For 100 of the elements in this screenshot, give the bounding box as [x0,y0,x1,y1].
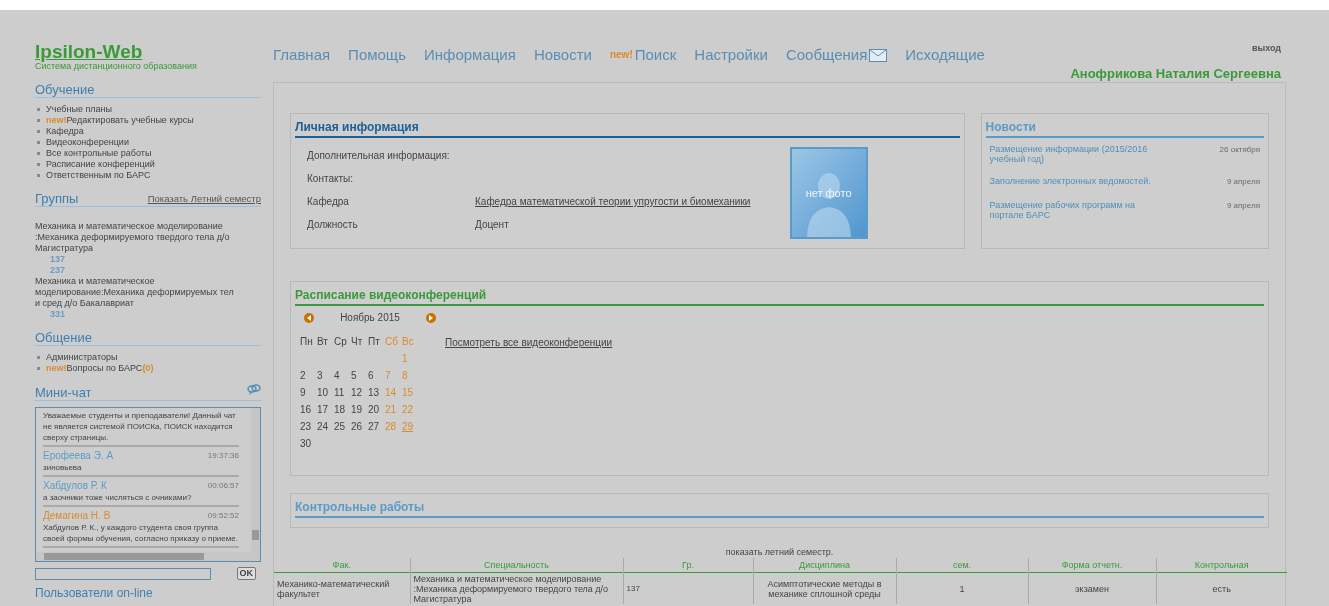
weekday-label: Пн [300,336,314,348]
news-link[interactable]: Размещение информации (2015/2016 учебный год) [989,144,1160,164]
weekday-label: Чт [351,336,364,348]
vertical-scrollbar[interactable] [251,408,260,552]
message-time: 19:37:36 [207,450,239,462]
menu-link[interactable]: Администраторы [46,352,118,363]
news-date: 9 апреля [1226,200,1260,212]
horizontal-scrollbar[interactable] [36,552,260,561]
info-label: Контакты: [307,173,354,185]
menu-link[interactable]: Ответственным по БАРС [46,170,151,181]
calendar-day: 20 [368,404,385,416]
bullet-icon [37,356,40,359]
menu-link[interactable]: Кафедра [46,126,84,137]
news-date: 9 апреля [1226,176,1260,188]
nav-link[interactable]: Информация [424,46,516,64]
chat-bubbles-icon[interactable] [247,384,261,396]
calendar-day: 21 [385,404,402,416]
message-author[interactable]: Хабдулов Р. К [43,479,107,492]
calendar-day: 7 [385,370,402,382]
calendar-day: 9 [300,387,317,399]
section-heading: Мини-чат [35,385,92,400]
summer-semester-link[interactable]: Показать Летний семестр [147,191,261,206]
bullet-icon [37,130,40,133]
menu-link[interactable]: Учебные планы [46,104,112,115]
calendar-day: 30 [300,438,317,450]
news-link[interactable]: Заполнение электронных ведомостей. [989,176,1160,186]
table-cell: 137 [623,572,753,604]
send-button[interactable]: OK [236,567,256,580]
table-cell: есть [1156,572,1287,604]
message-text: а заочники тоже числяться с очниками? [43,492,193,503]
group-name: Механика и математическое моделирование :Механика деформируемого твердого тела д/о Магистратура [35,221,231,254]
table-cell: Асимптотические методы в механике сплошной среды [753,572,896,604]
column-header: Специальность [410,558,623,573]
bullet-icon [37,367,40,370]
column-header: Контрольная [1156,558,1287,573]
weekday-label: Пт [368,336,381,348]
table-cell: экзамен [1028,572,1156,604]
menu-link[interactable]: new!Редактировать учебные курсы [46,115,194,126]
calendar-day: 23 [300,421,317,433]
nav-link[interactable]: Сообщения [785,46,888,64]
menu-link[interactable]: new!Вопросы по БАРС(0) [46,363,154,374]
new-label: new! [46,115,67,125]
message-text: Уважаемые студенты и преподаватели! Данный чат не является системой ПОИСКа, ПОИСК находится сверху страницы. [43,410,237,443]
nav-link[interactable]: new!Поиск [609,46,677,64]
all-videoconferences-link[interactable]: Посмотреть все видеоконференции [445,337,613,349]
calendar-day: 11 [334,387,351,399]
menu-link[interactable]: Расписание конференций [46,159,155,170]
section-heading: Обучение [35,82,95,97]
envelope-icon [869,48,888,62]
department-link[interactable]: Кафедра математической теории упругости и биомеханики [475,196,751,208]
calendar-day: 27 [368,421,385,433]
column-header: сем. [896,558,1028,573]
nav-link[interactable]: Главная [273,46,331,64]
message-author[interactable]: Ерофеева Э. А [43,449,114,462]
bullet-icon [37,119,40,122]
column-header: Дисциплина [753,558,896,573]
calendar-day: 8 [402,370,419,382]
info-value: Доцент [475,219,509,231]
calendar-day: 14 [385,387,402,399]
info-label: Дополнительная информация: [307,150,451,162]
nav-link[interactable]: Помощь [348,46,407,64]
group-number[interactable]: 237 [35,265,261,276]
new-label: new! [46,363,67,373]
group-number[interactable]: 137 [35,254,261,265]
message-author[interactable]: Демагина Н. В [43,509,111,522]
previous-month-icon[interactable] [304,313,314,323]
month-label: Ноябрь 2015 [340,312,400,324]
message-time: 09:52:52 [207,510,239,522]
calendar-day: 24 [317,421,334,433]
group-number[interactable]: 331 [35,309,261,320]
column-header: Гр. [623,558,753,573]
chat-input-field[interactable] [35,567,211,580]
bullet-icon [37,108,40,111]
nav-link[interactable]: Новости [533,46,592,64]
summer-semester-link[interactable]: показать летний семестр. [725,547,834,557]
next-month-icon[interactable] [426,313,436,323]
calendar-day: 3 [317,370,334,382]
news-link[interactable]: Размещение рабочих программ на портале БАРС [989,200,1160,220]
section-heading: Общение [35,330,92,345]
user-name[interactable]: Анофрикова Наталия Сергеевна [1070,66,1281,81]
panel-title: Личная информация [295,120,419,134]
calendar-day[interactable]: 29 [402,421,419,433]
calendar-day: 18 [334,404,351,416]
no-photo-text: нет фото [805,185,852,201]
logout-link[interactable]: выход [1251,42,1281,64]
calendar-day: 1 [402,353,419,365]
calendar-day: 12 [351,387,368,399]
calendar-day: 19 [351,404,368,416]
section-heading: Пользователи on-line [35,587,154,600]
table-cell: Механика и математическое моделирование :Механика деформируемого твердого тела д/о Магистратура [410,572,623,604]
calendar-day: 4 [334,370,351,382]
group-name: Механика и математическое моделирование:Механика деформируемых тел и сред д/о Бакалавриат [35,276,235,309]
weekday-label: Сб [385,336,399,348]
menu-link[interactable]: Все контрольные работы [46,148,152,159]
calendar-day: 13 [368,387,385,399]
nav-link[interactable]: Настройки [694,46,768,64]
nav-link[interactable]: Исходящие [905,46,985,64]
bullet-icon [37,174,40,177]
calendar-day: 10 [317,387,334,399]
menu-link[interactable]: Видеоконференции [46,137,129,148]
